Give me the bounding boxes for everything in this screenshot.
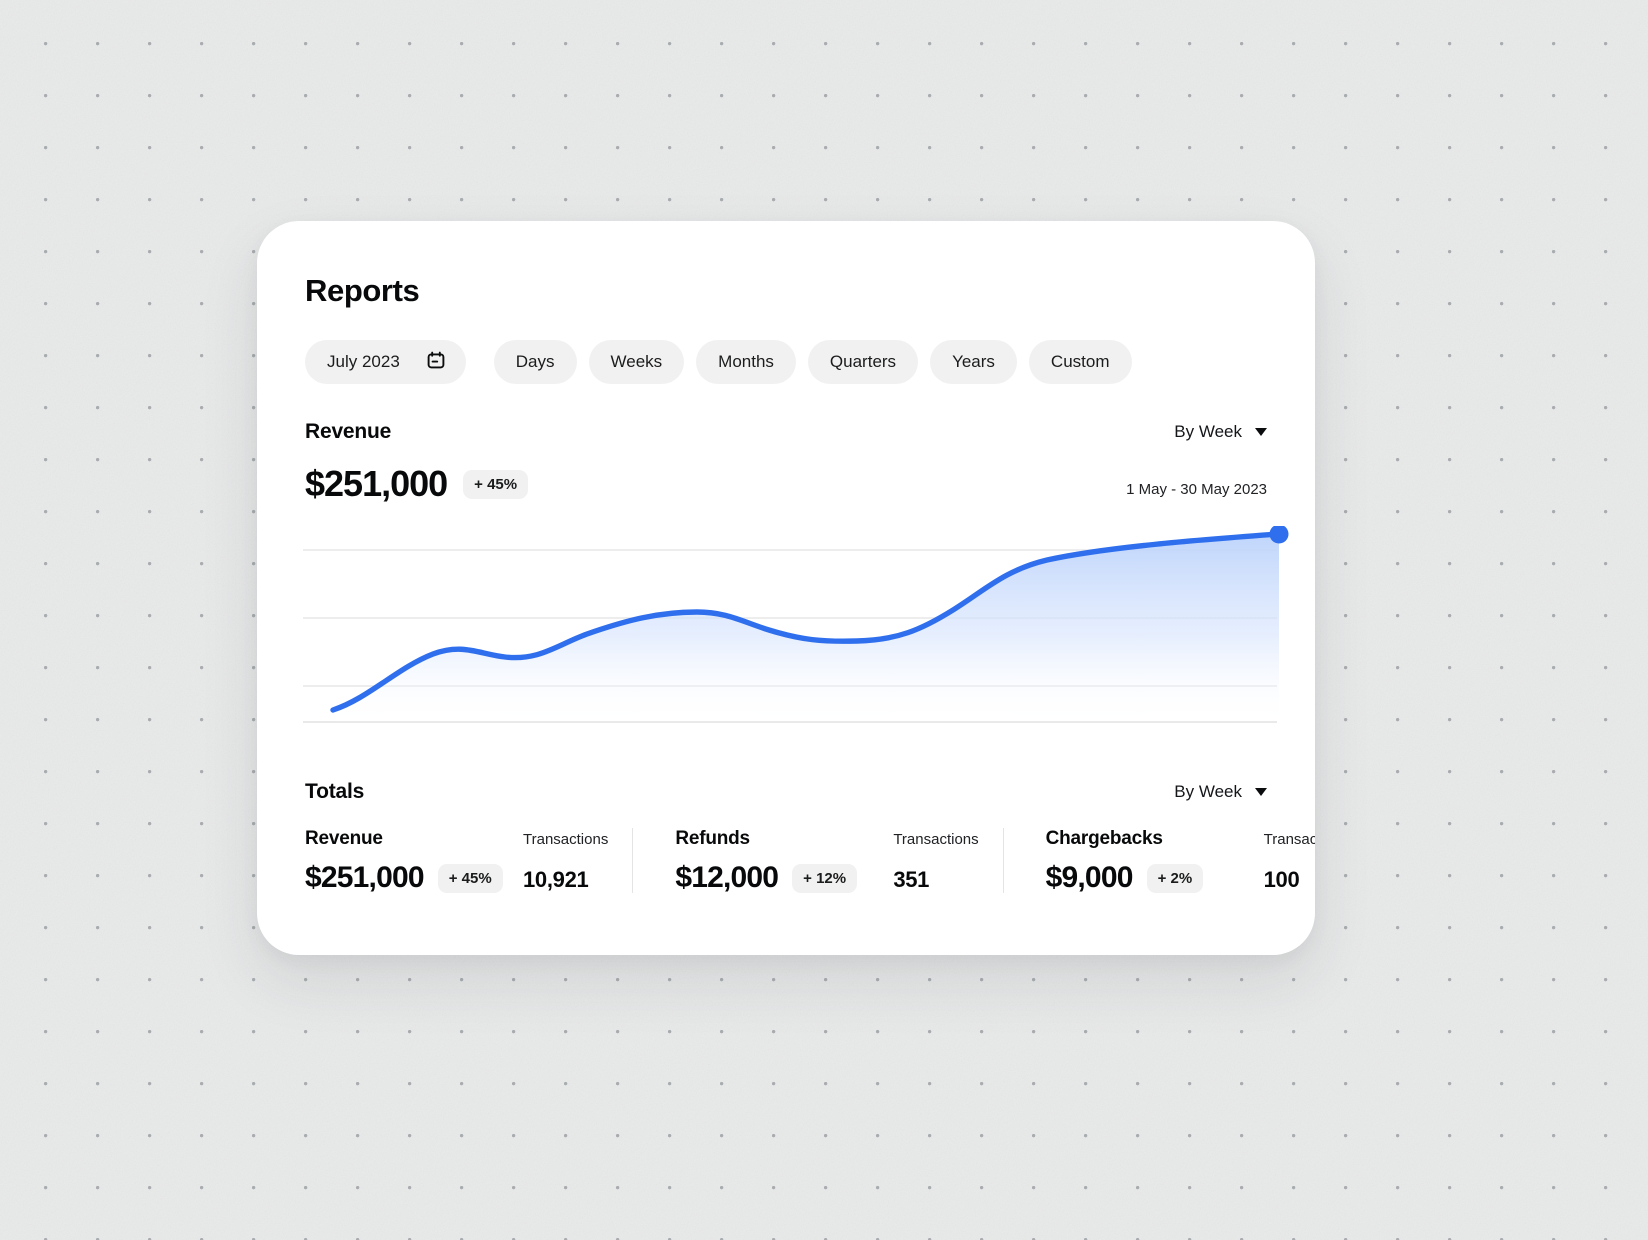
totals-refunds-name: Refunds	[675, 828, 750, 849]
totals-chargebacks-name: Chargebacks	[1045, 828, 1163, 849]
range-pill-custom[interactable]: Custom	[1028, 340, 1132, 384]
range-pill-quarters[interactable]: Quarters	[807, 340, 919, 384]
chevron-down-icon	[1255, 788, 1267, 796]
totals-column-values: $12,000 + 12% 351	[675, 863, 978, 893]
totals-refunds-transactions-label: Transactions	[893, 831, 979, 848]
revenue-grouping-dropdown[interactable]: By Week	[1174, 422, 1267, 442]
totals-column-refunds: Refunds Transactions $12,000 + 12% 351	[632, 828, 1002, 893]
revenue-amount: $251,000	[305, 463, 448, 504]
totals-revenue-amount: $251,000	[305, 861, 425, 894]
totals-column-labels: Revenue Transactions	[305, 828, 608, 850]
revenue-title: Revenue	[305, 420, 392, 443]
chevron-down-icon	[1255, 428, 1267, 436]
chart-area-fill	[333, 534, 1279, 722]
totals-column-chargebacks: Chargebacks Transactions $9,000 + 2% 100	[1002, 828, 1315, 893]
revenue-section-header: Revenue By Week	[305, 420, 1267, 444]
revenue-stat-row: $251,000 + 45% 1 May - 30 May 2023	[305, 466, 1267, 502]
revenue-change-badge: + 45%	[463, 469, 529, 499]
page-title: Reports	[305, 273, 420, 308]
totals-chargebacks-transactions-label: Transactions	[1263, 831, 1315, 848]
calendar-icon	[426, 350, 446, 375]
totals-grouping-dropdown[interactable]: By Week	[1174, 782, 1267, 802]
totals-refunds-amount: $12,000	[675, 861, 779, 894]
totals-refunds-amount-cell: $12,000 + 12%	[675, 863, 893, 893]
date-picker-value: July 2023	[327, 352, 400, 371]
reports-card: Reports July 2023 Days Weeks Months Quar…	[257, 221, 1315, 955]
totals-chargebacks-transactions: 100	[1263, 867, 1300, 892]
revenue-area-chart	[257, 526, 1315, 726]
totals-chargebacks-change-badge: + 2%	[1146, 863, 1204, 893]
totals-chargebacks-amount: $9,000	[1045, 861, 1134, 894]
totals-section-header: Totals By Week	[305, 780, 1267, 804]
filter-toolbar: July 2023 Days Weeks Months Quarters Yea…	[305, 340, 1267, 384]
totals-revenue-name: Revenue	[305, 828, 383, 849]
range-pill-months[interactable]: Months	[696, 340, 796, 384]
range-pill-weeks[interactable]: Weeks	[588, 340, 685, 384]
totals-column-revenue: Revenue Transactions $251,000 + 45% 10,9…	[305, 828, 632, 893]
totals-revenue-transactions: 10,921	[523, 867, 589, 892]
totals-column-labels: Refunds Transactions	[675, 828, 978, 850]
totals-column-values: $251,000 + 45% 10,921	[305, 863, 608, 893]
totals-grouping-label: By Week	[1174, 782, 1242, 801]
totals-column-values: $9,000 + 2% 100	[1046, 863, 1315, 893]
totals-refunds-change-badge: + 12%	[792, 863, 858, 893]
date-picker[interactable]: July 2023	[305, 340, 466, 384]
range-pill-days[interactable]: Days	[493, 340, 577, 384]
revenue-chart-svg	[303, 526, 1289, 723]
range-pill-years[interactable]: Years	[930, 340, 1017, 384]
revenue-date-range: 1 May - 30 May 2023	[1126, 481, 1267, 498]
totals-revenue-transactions-label: Transactions	[523, 831, 609, 848]
totals-grid: Revenue Transactions $251,000 + 45% 10,9…	[305, 828, 1315, 893]
revenue-stat: $251,000 + 45%	[305, 463, 529, 504]
totals-column-labels: Chargebacks Transactions	[1046, 828, 1315, 850]
totals-revenue-change-badge: + 45%	[437, 863, 503, 893]
totals-revenue-amount-cell: $251,000 + 45%	[305, 863, 523, 893]
totals-title: Totals	[305, 780, 365, 803]
revenue-grouping-label: By Week	[1174, 422, 1242, 441]
totals-refunds-transactions: 351	[893, 867, 930, 892]
totals-chargebacks-amount-cell: $9,000 + 2%	[1046, 863, 1264, 893]
